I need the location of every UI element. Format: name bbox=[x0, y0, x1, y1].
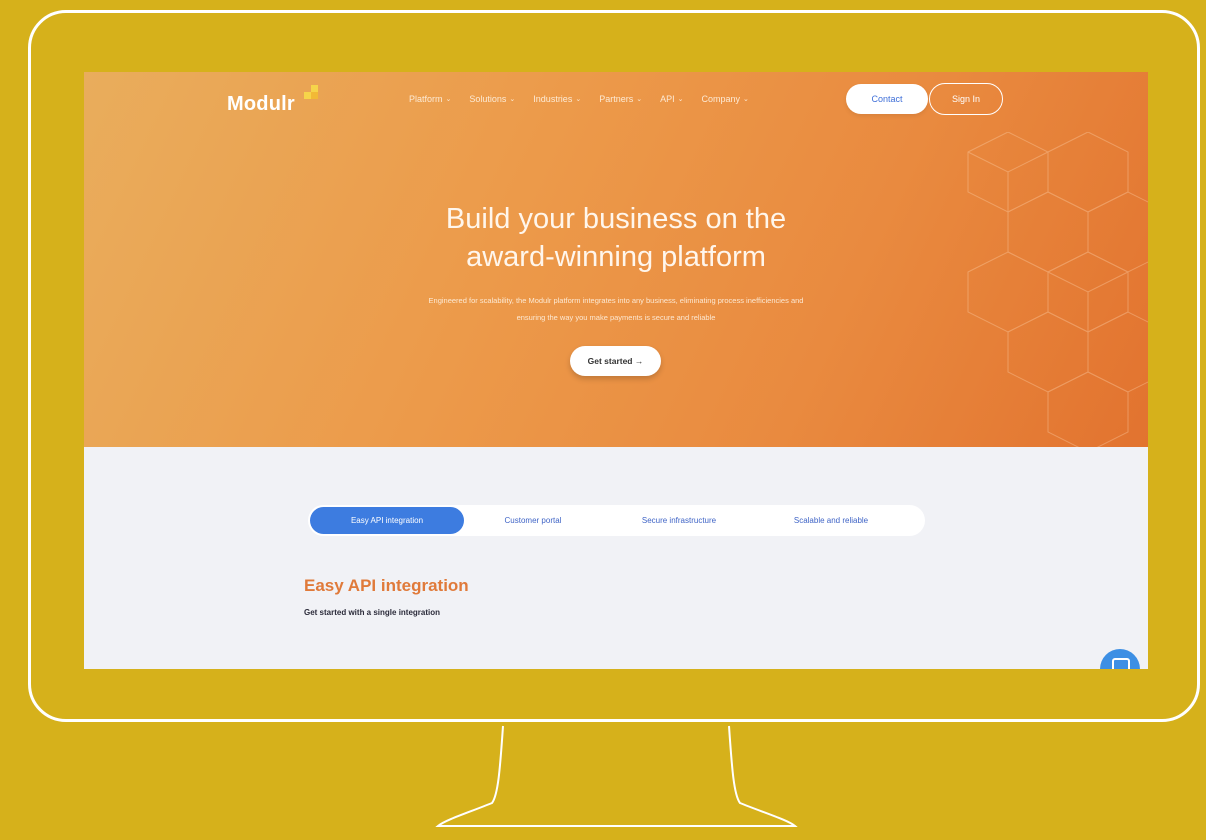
nav-item-solutions[interactable]: Solutions ⌄ bbox=[469, 94, 515, 104]
nav-item-industries[interactable]: Industries ⌄ bbox=[533, 94, 581, 104]
tab-secure-infrastructure[interactable]: Secure infrastructure bbox=[602, 507, 756, 534]
contact-button[interactable]: Contact bbox=[846, 84, 928, 114]
chevron-down-icon: ⌄ bbox=[636, 96, 643, 103]
chevron-down-icon: ⌄ bbox=[509, 96, 516, 103]
hero-title: Build your business on the award-winning… bbox=[84, 200, 1148, 276]
hero-subtitle-line2: ensuring the way you make payments is se… bbox=[516, 313, 716, 322]
modulr-logo[interactable]: Modulr bbox=[227, 93, 295, 116]
tab-scalable-and-reliable[interactable]: Scalable and reliable bbox=[756, 507, 906, 534]
section-title: Easy API integration bbox=[304, 576, 469, 595]
hex-pattern-decoration bbox=[967, 132, 1148, 447]
nav-item-api[interactable]: API ⌄ bbox=[660, 94, 683, 104]
hero-title-line1: Build your business on the bbox=[445, 203, 787, 235]
sign-in-button[interactable]: Sign In bbox=[929, 83, 1003, 115]
hero-title-line2: award-winning platform bbox=[466, 241, 766, 273]
logo-mark-icon bbox=[304, 85, 318, 99]
hero-subtitle: Engineered for scalability, the Modulr p… bbox=[344, 292, 888, 326]
section-subtitle: Get started with a single integration bbox=[304, 608, 441, 617]
chat-icon bbox=[1112, 658, 1130, 669]
nav-item-partners[interactable]: Partners ⌄ bbox=[599, 94, 642, 104]
chat-widget-button[interactable] bbox=[1100, 649, 1140, 669]
tab-easy-api-integration[interactable]: Easy API integration bbox=[310, 507, 464, 534]
nav-item-platform[interactable]: Platform ⌄ bbox=[409, 94, 451, 104]
nav-item-company[interactable]: Company ⌄ bbox=[701, 94, 748, 104]
feature-tabs: Easy API integration Customer portal Sec… bbox=[308, 505, 925, 536]
main-nav: Platform ⌄ Solutions ⌄ Industries ⌄ Partner… bbox=[409, 94, 749, 104]
browser-screen: Modulr Platform ⌄ Solutions ⌄ Industries ⌄ … bbox=[84, 72, 1148, 669]
chevron-down-icon: ⌄ bbox=[743, 96, 749, 103]
chevron-down-icon: ⌄ bbox=[575, 96, 582, 103]
chevron-down-icon: ⌄ bbox=[445, 96, 452, 103]
hero-subtitle-line1: Engineered for scalability, the Modulr p… bbox=[428, 296, 804, 305]
chevron-down-icon: ⌄ bbox=[677, 96, 684, 103]
hero-section: Modulr Platform ⌄ Solutions ⌄ Industries ⌄ … bbox=[84, 72, 1148, 447]
get-started-button[interactable]: Get started → bbox=[570, 346, 661, 376]
tab-customer-portal[interactable]: Customer portal bbox=[464, 507, 602, 534]
